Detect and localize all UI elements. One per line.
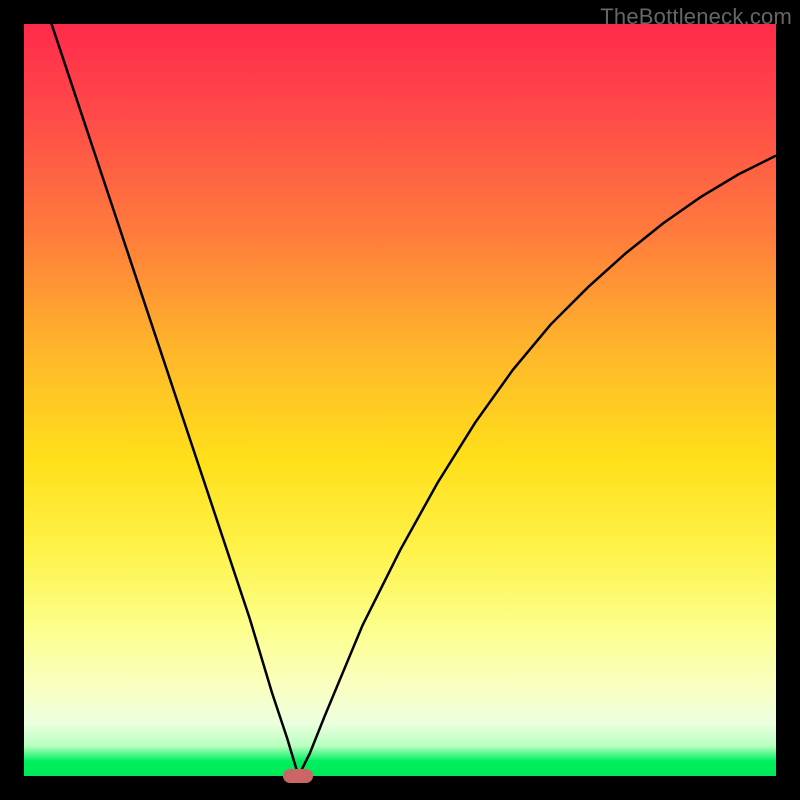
bottleneck-curve: [24, 24, 776, 776]
chart-container: TheBottleneck.com: [0, 0, 800, 800]
watermark-text: TheBottleneck.com: [600, 4, 792, 30]
optimum-marker: [283, 769, 313, 783]
curve-svg: [24, 24, 776, 776]
plot-area: [24, 24, 776, 776]
